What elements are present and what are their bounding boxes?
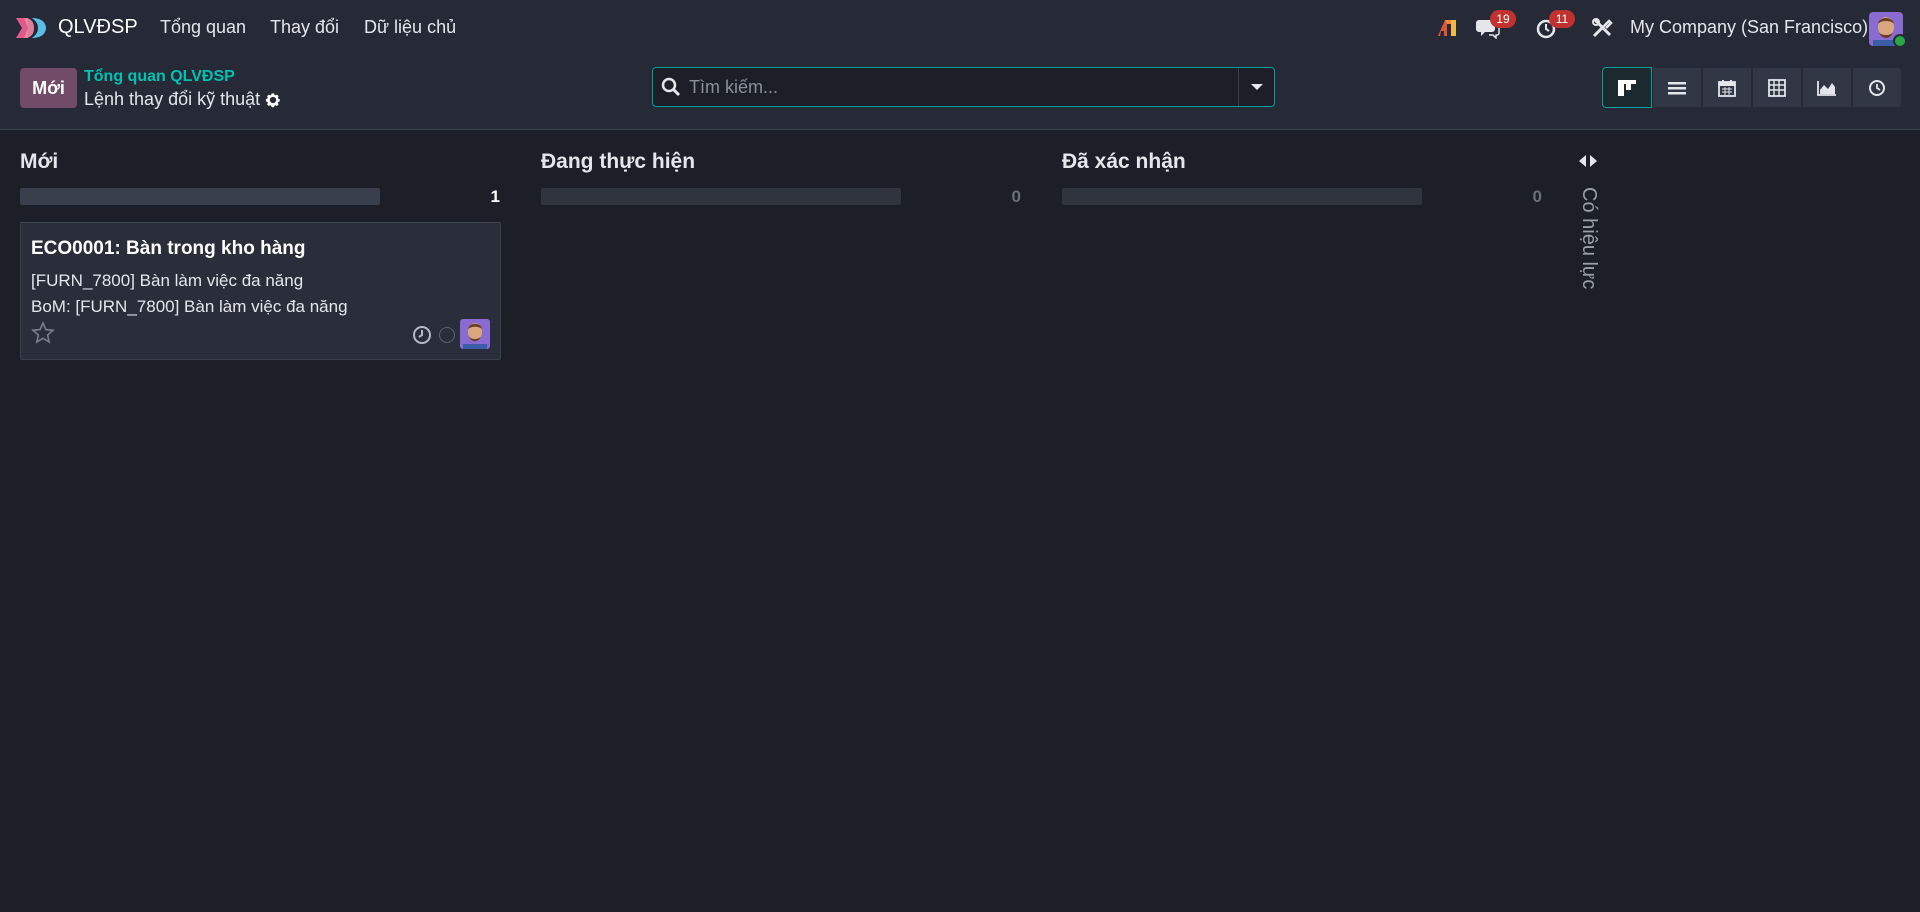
search-bar [652, 67, 1275, 107]
calendar-view-button[interactable] [1702, 67, 1752, 108]
card-assignee-avatar[interactable] [460, 319, 490, 349]
tools-icon[interactable] [1588, 14, 1616, 42]
column-title: Đang thực hiện [541, 150, 696, 173]
activity-clock-icon[interactable] [412, 325, 432, 345]
column-count: 1 [490, 187, 500, 206]
card-status-circle[interactable] [439, 327, 455, 343]
menu-changes[interactable]: Thay đổi [270, 17, 339, 38]
search-input[interactable] [689, 69, 1238, 105]
progress-fill [20, 188, 380, 205]
column-count: 0 [1011, 187, 1021, 206]
search-options-toggle[interactable] [1238, 68, 1274, 106]
messages-badge: 19 [1490, 10, 1516, 28]
top-navbar: QLVĐSP Tổng quan Thay đổi Dữ liệu chủ 19… [0, 0, 1920, 57]
kanban-icon [1618, 79, 1636, 96]
calendar-icon [1718, 79, 1736, 97]
app-logo-icon[interactable] [14, 15, 50, 41]
view-switcher [1602, 67, 1902, 108]
graph-view-button[interactable] [1802, 67, 1852, 108]
page-title: Lệnh thay đổi kỹ thuật [84, 89, 261, 109]
breadcrumb[interactable]: Tổng quan QLVĐSP [84, 68, 235, 86]
menu-master-data[interactable]: Dữ liệu chủ [364, 17, 456, 38]
messages-button[interactable]: 19 [1474, 10, 1516, 42]
pivot-icon [1768, 78, 1786, 97]
caret-down-icon [1250, 84, 1263, 90]
company-switcher[interactable]: My Company (San Francisco) [1630, 17, 1868, 38]
star-icon[interactable] [31, 321, 55, 345]
column-progress-bar[interactable] [541, 188, 901, 205]
kanban-column-effective-folded[interactable]: Có hiệu lực [1572, 131, 1602, 331]
activities-badge: 11 [1549, 10, 1575, 28]
control-panel: Mới Tổng quan QLVĐSP Lệnh thay đổi kỹ th… [0, 57, 1920, 130]
card-product: [FURN_7800] Bàn làm việc đa năng [31, 271, 304, 290]
card-bom: BoM: [FURN_7800] Bàn làm việc đa năng [31, 297, 348, 316]
menu-overview[interactable]: Tổng quan [160, 17, 246, 38]
gear-icon[interactable] [264, 91, 282, 109]
kanban-board: Mới 1 ECO0001: Bàn trong kho hàng [FURN_… [0, 131, 1920, 912]
card-title: ECO0001: Bàn trong kho hàng [31, 238, 306, 259]
list-icon [1668, 81, 1686, 94]
pivot-view-button[interactable] [1752, 67, 1802, 108]
activity-view-button[interactable] [1852, 67, 1902, 108]
activity-icon [1869, 79, 1885, 96]
fold-arrows-icon[interactable] [1578, 154, 1598, 168]
graph-icon [1817, 80, 1836, 96]
list-view-button[interactable] [1652, 67, 1702, 108]
column-title: Đã xác nhận [1062, 150, 1186, 173]
column-progress-bar[interactable] [20, 188, 380, 205]
online-status-dot [1893, 34, 1907, 48]
new-button[interactable]: Mới [20, 68, 77, 108]
column-title: Mới [20, 150, 59, 173]
column-progress-bar[interactable] [1062, 188, 1422, 205]
user-avatar[interactable] [1869, 12, 1907, 48]
column-count: 0 [1532, 187, 1542, 206]
kanban-view-button[interactable] [1602, 67, 1652, 108]
folded-column-title[interactable]: Có hiệu lực [1577, 187, 1600, 289]
search-icon[interactable] [653, 68, 689, 106]
kanban-card[interactable]: ECO0001: Bàn trong kho hàng [FURN_7800] … [20, 222, 501, 360]
ai-icon[interactable] [1434, 14, 1462, 42]
activities-button[interactable]: 11 [1533, 10, 1575, 42]
app-name[interactable]: QLVĐSP [58, 16, 138, 39]
